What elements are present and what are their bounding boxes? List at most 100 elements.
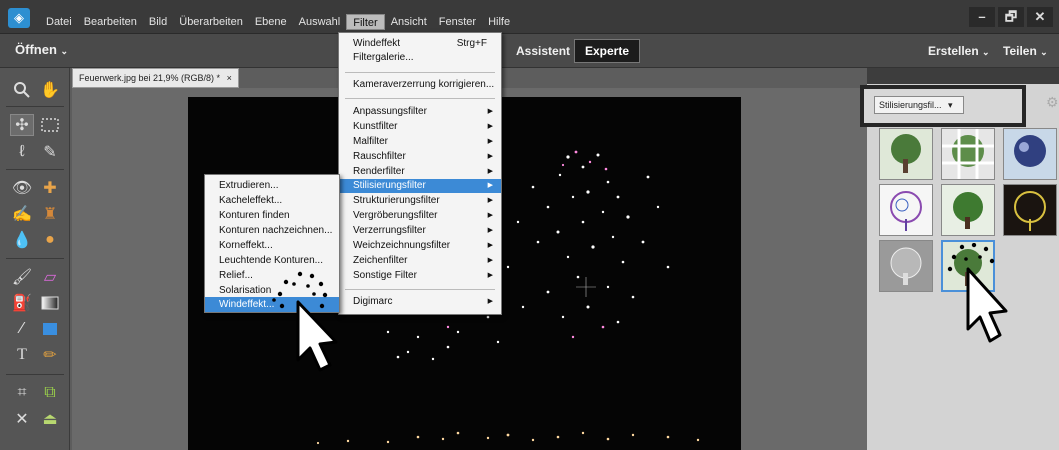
menu-ueberarbeiten[interactable]: Überarbeiten <box>173 14 249 30</box>
toolbox-divider <box>6 374 64 375</box>
mode-assistant-button[interactable]: Assistent <box>508 40 578 62</box>
hand-tool-icon[interactable]: ✋ <box>38 79 62 101</box>
document-title: Feuerwerk.jpg bei 21,9% (RGB/8) * <box>79 73 221 83</box>
filter-menu-item[interactable]: Strukturierungsfilter ▶ <box>339 194 501 208</box>
open-button[interactable]: Öffnen ⌄ <box>15 42 68 57</box>
filter-thumb[interactable] <box>941 128 995 180</box>
spot-healing-tool-icon[interactable]: ✚ <box>38 177 62 199</box>
blur-tool-icon[interactable]: 💧 <box>10 229 34 251</box>
tab-close-icon[interactable]: × <box>227 73 232 83</box>
paint-bucket-tool-icon[interactable]: ⛽ <box>10 292 34 314</box>
minimize-icon[interactable]: – <box>969 7 995 27</box>
submenu-arrow-icon: ▶ <box>487 298 493 305</box>
filter-menu-item[interactable]: Windeffekt Strg+F <box>339 37 501 51</box>
menu-item-label: Sonstige Filter <box>353 270 417 281</box>
submenu-item[interactable]: Kacheleffekt... <box>205 193 339 208</box>
mode-expert-button[interactable]: Experte <box>574 39 640 63</box>
sponge-tool-icon[interactable]: ● <box>38 229 62 251</box>
menu-filter[interactable]: Filter <box>346 14 385 30</box>
quick-selection-tool-icon[interactable]: ✎ <box>38 141 62 163</box>
gradient-tool-icon[interactable] <box>38 292 62 314</box>
menu-item-label: Weichzeichnungsfilter <box>353 240 451 251</box>
zoom-tool-icon[interactable] <box>10 79 34 101</box>
menu-bild[interactable]: Bild <box>143 14 173 30</box>
filter-menu-item[interactable]: Rauschfilter ▶ <box>339 150 501 164</box>
toolbox: ✋ ✣ ℓ ✎ 👁 ✚ ✍ ♜ 💧 ● 🖌 ▱ ⛽ ⁄ T ✏ ⌗ ⧉ ✕ ⏏ <box>0 68 70 450</box>
move-tool-icon[interactable]: ✣ <box>10 114 34 136</box>
filter-menu-item[interactable]: Weichzeichnungsfilter ▶ <box>339 239 501 253</box>
filter-menu-item[interactable]: Verzerrungsfilter ▶ <box>339 224 501 238</box>
shape-tool-icon[interactable] <box>38 318 62 340</box>
app-logo-icon[interactable]: ◈ <box>8 8 30 28</box>
share-label: Teilen <box>1003 44 1037 58</box>
shortcut-label: Strg+F <box>456 38 487 49</box>
create-button[interactable]: Erstellen ⌄ <box>928 44 990 58</box>
filter-menu-item[interactable]: Kameraverzerrung korrigieren... <box>339 78 501 92</box>
marquee-tool-icon[interactable] <box>38 114 62 136</box>
chevron-down-icon: ⌄ <box>1040 47 1048 57</box>
filter-menu-item[interactable]: Filtergalerie... <box>339 51 501 65</box>
filter-thumb[interactable] <box>879 184 933 236</box>
filter-menu-item[interactable]: Vergröberungsfilter ▶ <box>339 209 501 223</box>
filter-dropdown-highlight: Stilisierungsfil... ▾ <box>860 85 1026 127</box>
menu-item-label: Zeichenfilter <box>353 255 408 266</box>
toolbox-divider <box>6 169 64 170</box>
menu-hilfe[interactable]: Hilfe <box>482 14 516 30</box>
app-window: ◈ Datei Bearbeiten Bild Überarbeiten Ebe… <box>0 0 1059 450</box>
chevron-down-icon: ⌄ <box>60 46 69 56</box>
restore-icon[interactable]: 🗗 <box>998 7 1024 27</box>
menu-bearbeiten[interactable]: Bearbeiten <box>78 14 143 30</box>
document-tab[interactable]: Feuerwerk.jpg bei 21,9% (RGB/8) * × <box>72 68 239 88</box>
submenu-item[interactable]: Extrudieren... <box>205 178 339 193</box>
straighten-tool-icon[interactable]: ⏏ <box>38 408 62 430</box>
filter-menu-item[interactable]: Kunstfilter ▶ <box>339 120 501 134</box>
filter-category-dropdown[interactable]: Stilisierungsfil... ▾ <box>874 96 964 114</box>
submenu-arrow-icon: ▶ <box>487 227 493 234</box>
red-eye-tool-icon[interactable]: 👁 <box>10 177 34 199</box>
filter-menu-item[interactable]: Anpassungsfilter ▶ <box>339 105 501 119</box>
eyedropper-tool-icon[interactable]: ⁄ <box>10 318 34 340</box>
brush-tool-icon[interactable]: 🖌 <box>10 266 34 288</box>
menu-ansicht[interactable]: Ansicht <box>385 14 433 30</box>
filter-menu-item[interactable]: Digimarc ▶ <box>339 295 501 309</box>
filter-thumb[interactable] <box>1003 184 1057 236</box>
filter-menu-item[interactable]: Sonstige Filter ▶ <box>339 269 501 283</box>
menu-ebene[interactable]: Ebene <box>249 14 293 30</box>
settings-gear-icon[interactable]: ⚙ <box>1046 94 1059 111</box>
filter-menu-item[interactable]: Zeichenfilter ▶ <box>339 254 501 268</box>
filter-thumb[interactable] <box>879 128 933 180</box>
menu-auswahl[interactable]: Auswahl <box>293 14 347 30</box>
submenu-arrow-icon: ▶ <box>487 138 493 145</box>
lasso-tool-icon[interactable]: ℓ <box>10 141 34 163</box>
close-icon[interactable]: ✕ <box>1027 7 1053 27</box>
pencil-tool-icon[interactable]: ✏ <box>38 344 62 366</box>
filter-menu-item[interactable]: Renderfilter ▶ <box>339 165 501 179</box>
menu-item-label: Windeffekt <box>353 38 401 49</box>
filter-thumb[interactable] <box>879 240 933 292</box>
menu-separator <box>345 72 495 73</box>
open-label: Öffnen <box>15 42 57 57</box>
submenu-item[interactable]: Konturen finden <box>205 208 339 223</box>
menu-item-label: Verzerrungsfilter <box>353 225 426 236</box>
submenu-item[interactable]: Konturen nachzeichnen... <box>205 223 339 238</box>
menu-item-label: Digimarc <box>353 296 393 307</box>
filter-menu-item-stilisierung[interactable]: Stilisierungsfilter ▶ <box>339 179 501 193</box>
menu-fenster[interactable]: Fenster <box>433 14 482 30</box>
menu-item-label: Renderfilter <box>353 166 405 177</box>
clone-stamp-tool-icon[interactable]: ♜ <box>38 203 62 225</box>
smart-brush-tool-icon[interactable]: ✍ <box>10 203 34 225</box>
eraser-tool-icon[interactable]: ▱ <box>38 266 62 288</box>
recompose-tool-icon[interactable]: ⧉ <box>38 382 62 404</box>
type-tool-icon[interactable]: T <box>10 344 34 366</box>
submenu-item[interactable]: Leuchtende Konturen... <box>205 253 339 268</box>
menu-datei[interactable]: Datei <box>40 14 78 30</box>
content-aware-move-tool-icon[interactable]: ✕ <box>10 408 34 430</box>
filter-thumb[interactable] <box>1003 128 1057 180</box>
filter-thumb[interactable] <box>941 184 995 236</box>
share-button[interactable]: Teilen ⌄ <box>1003 44 1048 58</box>
filter-menu-item[interactable]: Malfilter ▶ <box>339 135 501 149</box>
crop-tool-icon[interactable]: ⌗ <box>10 382 34 404</box>
mode-bar: Öffnen ⌄ Assistent Experte Erstellen ⌄ T… <box>0 34 1059 68</box>
submenu-item[interactable]: Korneffekt... <box>205 238 339 253</box>
submenu-arrow-icon: ▶ <box>487 108 493 115</box>
